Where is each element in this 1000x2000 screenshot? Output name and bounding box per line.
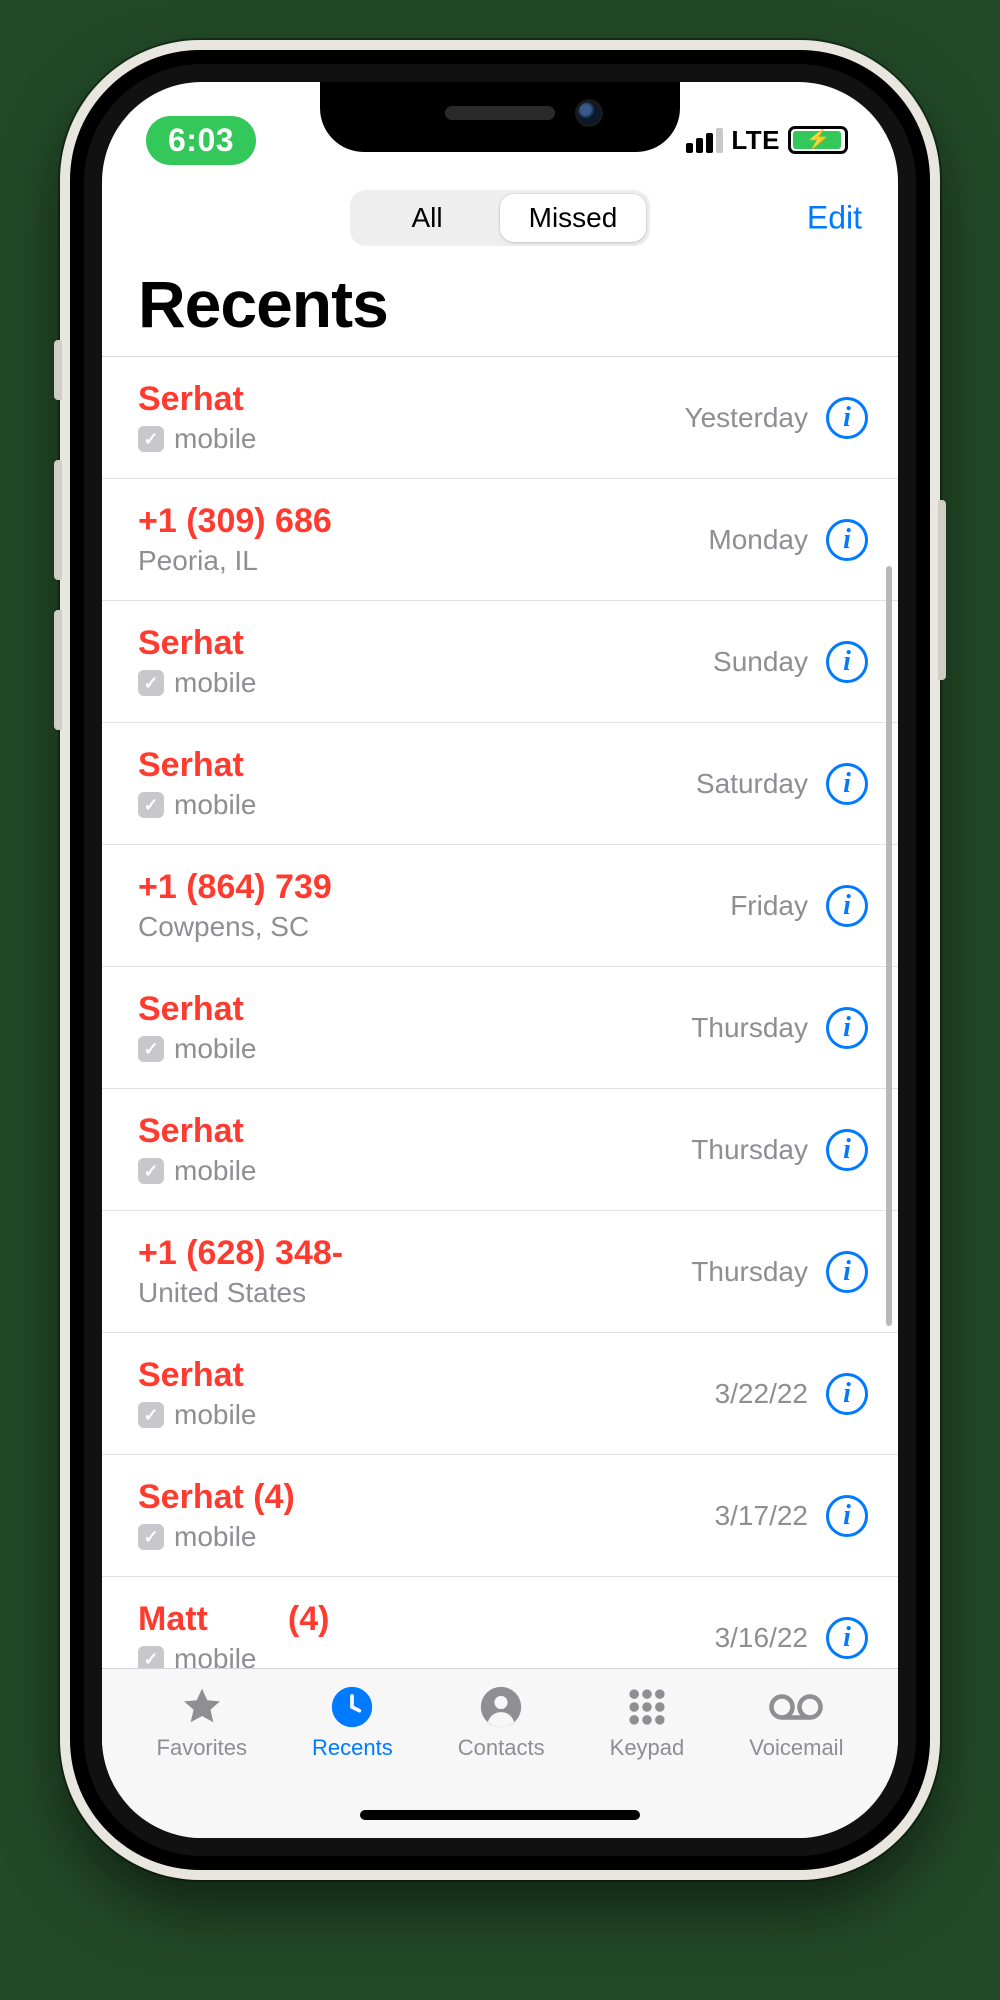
segment-all[interactable]: All xyxy=(354,194,500,242)
network-type: LTE xyxy=(731,125,780,156)
status-time-pill[interactable]: 6:03 xyxy=(146,116,256,165)
call-subline: ✓mobile xyxy=(138,1033,691,1065)
info-button[interactable]: i xyxy=(826,397,868,439)
call-row[interactable]: Serhat ✓mobileYesterday i xyxy=(102,357,898,479)
call-subline: ✓mobile xyxy=(138,423,685,455)
tab-contacts[interactable]: Contacts xyxy=(458,1685,545,1761)
tab-recents[interactable]: Recents xyxy=(312,1685,393,1761)
tab-label: Voicemail xyxy=(749,1735,843,1761)
facetime-badge-icon: ✓ xyxy=(138,1402,164,1428)
tab-keypad[interactable]: Keypad xyxy=(610,1685,685,1761)
call-time: 3/16/22 xyxy=(715,1622,808,1654)
call-row[interactable]: +1 (309) 686 Peoria, ILMondayi xyxy=(102,479,898,601)
scroll-indicator xyxy=(886,566,892,1326)
facetime-badge-icon: ✓ xyxy=(138,670,164,696)
tab-favorites[interactable]: Favorites xyxy=(157,1685,247,1761)
home-indicator[interactable] xyxy=(360,1810,640,1820)
call-row[interactable]: Serhat ✓mobileThursday i xyxy=(102,967,898,1089)
star-icon xyxy=(179,1685,225,1729)
call-subline: ✓mobile xyxy=(138,667,713,699)
tab-label: Contacts xyxy=(458,1735,545,1761)
facetime-badge-icon: ✓ xyxy=(138,1524,164,1550)
call-row[interactable]: Serhat ✓mobileSaturday i xyxy=(102,723,898,845)
info-button[interactable]: i xyxy=(826,641,868,683)
caller-name: Matt(4) xyxy=(138,1600,715,1639)
segment-missed[interactable]: Missed xyxy=(500,194,646,242)
info-button[interactable]: i xyxy=(826,763,868,805)
call-row[interactable]: Serhat ✓mobileSundayi xyxy=(102,601,898,723)
call-time: Yesterday xyxy=(685,402,809,434)
keypad-icon xyxy=(625,1685,669,1729)
filter-segmented-control[interactable]: All Missed xyxy=(350,190,650,246)
info-button[interactable]: i xyxy=(826,1129,868,1171)
clock-icon xyxy=(330,1685,374,1729)
tab-bar: Favorites Recents Contacts xyxy=(102,1668,898,1838)
call-row[interactable]: Serhat ✓mobile3/22/22 i xyxy=(102,1333,898,1455)
person-icon xyxy=(479,1685,523,1729)
call-subline: Peoria, IL xyxy=(138,545,708,577)
caller-name: Serhat xyxy=(138,746,696,785)
caller-name: Serhat xyxy=(138,1356,715,1395)
info-button[interactable]: i xyxy=(826,1617,868,1659)
facetime-badge-icon: ✓ xyxy=(138,1158,164,1184)
caller-name: Serhat xyxy=(138,990,691,1029)
call-subline: United States xyxy=(138,1277,691,1309)
tab-label: Recents xyxy=(312,1735,393,1761)
cell-signal-icon xyxy=(686,128,723,153)
call-time: Thursday xyxy=(691,1012,808,1044)
call-time: Friday xyxy=(730,890,808,922)
caller-name: Serhat (4) xyxy=(138,1478,715,1517)
info-button[interactable]: i xyxy=(826,1373,868,1415)
call-row[interactable]: Serhat (4) ✓mobile3/17/22 i xyxy=(102,1455,898,1577)
call-time: 3/17/22 xyxy=(715,1500,808,1532)
facetime-badge-icon: ✓ xyxy=(138,1036,164,1062)
caller-name: Serhat xyxy=(138,1112,691,1151)
call-subline: ✓mobile xyxy=(138,789,696,821)
tab-label: Keypad xyxy=(610,1735,685,1761)
call-subline: ✓mobile xyxy=(138,1399,715,1431)
facetime-badge-icon: ✓ xyxy=(138,792,164,818)
caller-name: +1 (628) 348- xyxy=(138,1234,691,1273)
phone-frame: 6:03 LTE ⚡ xyxy=(60,40,940,1880)
call-subline: ✓mobile xyxy=(138,1155,691,1187)
info-button[interactable]: i xyxy=(826,519,868,561)
call-time: Saturday xyxy=(696,768,808,800)
info-button[interactable]: i xyxy=(826,1251,868,1293)
call-time: Thursday xyxy=(691,1134,808,1166)
info-button[interactable]: i xyxy=(826,885,868,927)
edit-button[interactable]: Edit xyxy=(807,200,862,237)
call-row[interactable]: +1 (628) 348- United StatesThursday i xyxy=(102,1211,898,1333)
call-time: Monday xyxy=(708,524,808,556)
call-time: 3/22/22 xyxy=(715,1378,808,1410)
caller-name: Serhat xyxy=(138,380,685,419)
call-row[interactable]: +1 (864) 739 Cowpens, SCFridayi xyxy=(102,845,898,967)
call-row[interactable]: Serhat ✓mobileThursday i xyxy=(102,1089,898,1211)
caller-name: Serhat xyxy=(138,624,713,663)
tab-voicemail[interactable]: Voicemail xyxy=(749,1685,843,1761)
battery-icon: ⚡ xyxy=(788,126,848,154)
call-subline: ✓mobile xyxy=(138,1521,715,1553)
info-button[interactable]: i xyxy=(826,1495,868,1537)
voicemail-icon xyxy=(768,1685,824,1729)
call-subline: Cowpens, SC xyxy=(138,911,730,943)
caller-name: +1 (309) 686 xyxy=(138,502,708,541)
nav-bar: All Missed Edit xyxy=(102,178,898,258)
recents-list[interactable]: Serhat✓mobileYesterdayi+1 (309) 686Peori… xyxy=(102,356,898,1699)
tab-label: Favorites xyxy=(157,1735,247,1761)
page-title: Recents xyxy=(102,258,898,356)
call-time: Thursday xyxy=(691,1256,808,1288)
info-button[interactable]: i xyxy=(826,1007,868,1049)
facetime-badge-icon: ✓ xyxy=(138,426,164,452)
notch xyxy=(320,82,680,152)
call-time: Sunday xyxy=(713,646,808,678)
caller-name: +1 (864) 739 xyxy=(138,868,730,907)
